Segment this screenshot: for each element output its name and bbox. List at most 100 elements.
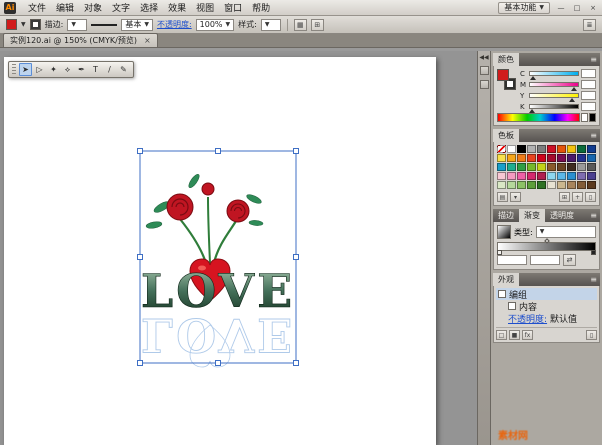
tab-appearance[interactable]: 外观 (493, 273, 519, 286)
swatch-35[interactable] (547, 172, 556, 180)
channel-value-M[interactable] (581, 80, 596, 89)
swatch-8[interactable] (577, 145, 586, 153)
swatch-34[interactable] (537, 172, 546, 180)
menu-item-2[interactable]: 编辑 (51, 0, 79, 15)
workspace-switcher[interactable]: 基本功能 ▼ (498, 2, 550, 14)
swatch-7[interactable] (567, 145, 576, 153)
panel-menu-icon[interactable]: ≡ (590, 129, 597, 142)
add-new-fill-icon[interactable]: ■ (509, 330, 520, 340)
panel-grip[interactable] (12, 64, 16, 75)
slider-thumb[interactable] (571, 87, 577, 91)
swatch-48[interactable] (577, 181, 586, 189)
selection-handle[interactable] (294, 255, 299, 260)
magic-wand-tool-icon[interactable]: ✦ (47, 63, 60, 76)
swatch-19[interactable] (587, 154, 596, 162)
fill-chevron-icon[interactable]: ▼ (21, 22, 26, 28)
menu-item-3[interactable]: 对象 (79, 0, 107, 15)
gradient-type-select[interactable]: ▼ (536, 226, 596, 238)
menu-item-8[interactable]: 窗口 (219, 0, 247, 15)
swatch-33[interactable] (527, 172, 536, 180)
collapse-panels-icon[interactable]: ◀◀ (479, 54, 488, 61)
swatch-26[interactable] (557, 163, 566, 171)
swatch-47[interactable] (567, 181, 576, 189)
lasso-tool-icon[interactable]: ⟡ (61, 63, 74, 76)
pen-tool-icon[interactable]: ✒ (75, 63, 88, 76)
swatch-14[interactable] (537, 154, 546, 162)
swatch-4[interactable] (537, 145, 546, 153)
swatch-42[interactable] (517, 181, 526, 189)
menu-item-9[interactable]: 帮助 (247, 0, 275, 15)
type-tool-icon[interactable]: T (89, 63, 102, 76)
channel-value-K[interactable] (581, 102, 596, 111)
close-button[interactable]: × (588, 4, 598, 12)
swatch-22[interactable] (517, 163, 526, 171)
channel-slider-M[interactable] (529, 82, 579, 87)
menu-item-4[interactable]: 文字 (107, 0, 135, 15)
line-tool-icon[interactable]: / (103, 63, 116, 76)
gradient-slider[interactable] (497, 242, 596, 251)
align-icon[interactable]: ▦ (294, 19, 307, 31)
channel-slider-Y[interactable] (529, 93, 579, 98)
gradient-preview[interactable] (497, 225, 511, 239)
menu-item-5[interactable]: 选择 (135, 0, 163, 15)
fill-color-swatch[interactable] (6, 19, 17, 30)
swatch-25[interactable] (547, 163, 556, 171)
swatch-10[interactable] (497, 154, 506, 162)
selection-handle[interactable] (216, 361, 221, 366)
slider-thumb[interactable] (569, 98, 575, 102)
direct-selection-tool-icon[interactable]: ▷ (33, 63, 46, 76)
swatch-13[interactable] (527, 154, 536, 162)
panel-menu-icon[interactable]: ≡ (590, 273, 597, 286)
selection-tool-icon[interactable]: ➤ (19, 63, 32, 76)
swatch-9[interactable] (587, 145, 596, 153)
slider-thumb[interactable] (530, 76, 536, 80)
swatch-1[interactable] (507, 145, 516, 153)
selection-handle[interactable] (138, 255, 143, 260)
style-select[interactable]: ▼ (261, 19, 281, 31)
swatch-17[interactable] (567, 154, 576, 162)
selection-handle[interactable] (138, 149, 143, 154)
floating-tools-panel[interactable]: ➤▷✦⟡✒T/✎ (8, 61, 134, 78)
swatch-43[interactable] (527, 181, 536, 189)
gradient-midpoint-handle[interactable] (544, 238, 550, 244)
swatch-40[interactable] (497, 181, 506, 189)
swatch-46[interactable] (557, 181, 566, 189)
panel-options-icon[interactable]: ≣ (583, 19, 596, 31)
swatch-0[interactable] (497, 145, 506, 153)
channel-value-C[interactable] (581, 69, 596, 78)
tab-swatches[interactable]: 色板 (493, 129, 519, 142)
fill-stroke-indicator[interactable] (497, 69, 516, 90)
fill-proxy[interactable] (497, 69, 509, 81)
tab-color[interactable]: 颜色 (493, 53, 519, 66)
dock-panel-icon[interactable] (480, 66, 489, 75)
reverse-gradient-icon[interactable]: ⇄ (563, 254, 576, 266)
delete-item-icon[interactable]: ▯ (586, 330, 597, 340)
swatch-27[interactable] (567, 163, 576, 171)
swatch-45[interactable] (547, 181, 556, 189)
panel-menu-icon[interactable]: ≡ (590, 53, 597, 66)
swatch-37[interactable] (567, 172, 576, 180)
document-tab[interactable]: 实例120.ai @ 150% (CMYK/预览) × (3, 33, 158, 47)
slider-thumb[interactable] (529, 109, 535, 113)
swatch-2[interactable] (517, 145, 526, 153)
swatch-11[interactable] (507, 154, 516, 162)
opacity-select[interactable]: 100% ▼ (196, 19, 235, 31)
menu-item-1[interactable]: 文件 (23, 0, 51, 15)
white-swatch[interactable] (581, 113, 588, 122)
opacity-link[interactable]: 不透明度: (157, 19, 192, 30)
minimize-button[interactable]: — (556, 4, 566, 12)
delete-swatch-icon[interactable]: ▯ (585, 192, 596, 202)
swatch-21[interactable] (507, 163, 516, 171)
new-swatch-icon[interactable]: + (572, 192, 583, 202)
swatch-39[interactable] (587, 172, 596, 180)
gradient-location-field[interactable] (530, 255, 560, 265)
swatch-16[interactable] (557, 154, 566, 162)
swatch-23[interactable] (527, 163, 536, 171)
channel-slider-C[interactable] (529, 71, 579, 76)
tab-transparency[interactable]: 透明度 (545, 209, 579, 222)
selection-handle[interactable] (138, 361, 143, 366)
appearance-row-3[interactable]: 不透明度:默认值 (496, 312, 597, 324)
swatch-libraries-icon[interactable]: ▤ (497, 192, 508, 202)
swatch-41[interactable] (507, 181, 516, 189)
swatch-30[interactable] (497, 172, 506, 180)
